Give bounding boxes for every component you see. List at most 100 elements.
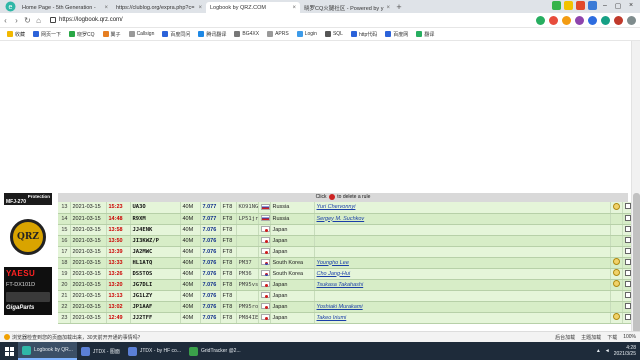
qsl-confirmed-icon[interactable] xyxy=(612,313,620,320)
qsl-confirmed-icon[interactable] xyxy=(612,280,620,287)
bookmark-item[interactable]: SQL xyxy=(322,31,346,37)
tab-clublog[interactable]: https://clublog.org/expra.php?c= × xyxy=(112,2,206,13)
log-row[interactable]: 16 2021-03-15 13:50 JI3KWZ/P 40M 7.076 FT8 Japa… xyxy=(58,235,635,247)
menu-icon[interactable] xyxy=(627,16,636,25)
operator-name[interactable]: Yoshiaki Murakami xyxy=(314,301,611,313)
taskbar-app-gridtracker[interactable]: GridTracker @2... xyxy=(185,342,245,360)
forward-icon[interactable]: › xyxy=(11,16,22,25)
qsl-confirmed-icon[interactable] xyxy=(612,258,620,265)
operator-name[interactable]: Cho Jang-Hui xyxy=(314,268,611,280)
log-row[interactable]: 20 2021-03-15 13:20 JG7DLI 40M 7.076 FT8 PM95vs… xyxy=(58,279,635,291)
callsign[interactable]: JP1AAF xyxy=(130,301,181,313)
log-row[interactable]: 14 2021-03-15 14:48 R9XM 40M 7.077 FT8 LP51jr Ru… xyxy=(58,213,635,225)
row-checkbox[interactable] xyxy=(624,313,631,320)
row-checkbox[interactable] xyxy=(624,302,631,309)
tab-home-page[interactable]: Home Page - 5th Generation - × xyxy=(18,2,112,13)
scrollbar-thumb[interactable] xyxy=(633,193,640,333)
new-tab-button[interactable]: + xyxy=(394,2,404,12)
operator-name[interactable] xyxy=(314,224,611,236)
bookmark-item[interactable]: http代码 xyxy=(348,31,380,38)
extension-icon[interactable] xyxy=(564,1,573,10)
zoom-level[interactable]: 100% xyxy=(623,334,636,341)
row-checkbox[interactable] xyxy=(624,214,631,221)
callsign[interactable]: HL1ATQ xyxy=(130,257,181,269)
close-window-icon[interactable]: × xyxy=(626,2,636,9)
qsl-confirmed-icon[interactable] xyxy=(612,202,620,210)
operator-name[interactable]: Youngho Lee xyxy=(314,257,611,269)
volume-icon[interactable]: ◄ xyxy=(605,348,610,354)
bookmark-item[interactable]: 百度网 xyxy=(382,31,411,38)
delete-rule-icon[interactable] xyxy=(328,193,335,200)
extension-icon[interactable] xyxy=(588,1,597,10)
status-item[interactable]: 主题加载 xyxy=(581,334,601,341)
log-row[interactable]: 18 2021-03-15 13:33 HL1ATQ 40M 7.076 FT8 PM37 So… xyxy=(58,257,635,269)
extension-icon[interactable] xyxy=(552,1,561,10)
callsign[interactable]: JG1LZY xyxy=(130,290,181,302)
bookmark-item[interactable]: Login xyxy=(294,31,320,37)
row-checkbox[interactable] xyxy=(624,225,631,232)
callsign[interactable]: R9XM xyxy=(130,213,181,225)
row-checkbox[interactable] xyxy=(624,247,631,254)
operator-name[interactable] xyxy=(314,246,611,258)
close-icon[interactable]: × xyxy=(198,5,202,11)
bookmark-item[interactable]: 收藏 xyxy=(4,31,28,38)
operator-name[interactable]: Yuri Chervonnyi xyxy=(314,202,611,214)
close-icon[interactable]: × xyxy=(292,5,296,11)
callsign[interactable]: JJ4ENK xyxy=(130,224,181,236)
close-icon[interactable]: × xyxy=(386,5,390,11)
row-checkbox[interactable] xyxy=(624,280,631,287)
tab-community[interactable]: 晓罗CQ火腿社区 - Powered by y × xyxy=(300,2,394,13)
minimize-icon[interactable]: – xyxy=(600,2,610,9)
mfj-ad[interactable]: Protection MFJ-270 xyxy=(4,193,52,205)
extension-icon[interactable] xyxy=(576,1,585,10)
taskbar-app-browser[interactable]: Logbook by QR... xyxy=(18,342,77,360)
bookmark-item[interactable]: 翻译 xyxy=(413,31,437,38)
tab-logbook[interactable]: Logbook by QRZ.COM × xyxy=(206,2,300,13)
bookmark-item[interactable]: 翼子 xyxy=(100,31,124,38)
row-checkbox[interactable] xyxy=(624,291,631,298)
row-checkbox[interactable] xyxy=(624,269,631,276)
callsign[interactable]: JJ2TFF xyxy=(130,312,181,324)
extension-icon[interactable] xyxy=(575,16,584,25)
operator-name[interactable]: Takeo Iriumi xyxy=(314,312,611,324)
operator-name[interactable] xyxy=(314,290,611,302)
vertical-scrollbar[interactable] xyxy=(631,41,640,341)
extension-icon[interactable] xyxy=(601,16,610,25)
callsign[interactable]: JA2MWC xyxy=(130,246,181,258)
start-button[interactable] xyxy=(0,342,18,360)
bookmark-item[interactable]: Callsign xyxy=(126,31,158,37)
operator-name[interactable]: Tsukasa Takahashi xyxy=(314,279,611,291)
operator-name[interactable]: Sergey M. Suchkov xyxy=(314,213,611,225)
bookmark-item[interactable]: BG4XX xyxy=(231,31,262,37)
bookmark-item[interactable]: APRS xyxy=(264,31,292,37)
clock[interactable]: 4:28 2021/3/25 xyxy=(614,345,636,357)
callsign[interactable]: JI3KWZ/P xyxy=(130,235,181,247)
log-row[interactable]: 21 2021-03-15 13:13 JG1LZY 40M 7.076 FT8 Japan xyxy=(58,290,635,302)
reload-icon[interactable]: ↻ xyxy=(22,16,33,25)
extension-icon[interactable] xyxy=(536,16,545,25)
network-icon[interactable]: ▲ xyxy=(596,348,601,354)
maximize-icon[interactable]: ▢ xyxy=(613,2,623,10)
callsign[interactable]: DS5TOS xyxy=(130,268,181,280)
bookmark-item[interactable]: 百度同问 xyxy=(159,31,193,38)
row-checkbox[interactable] xyxy=(624,203,631,210)
yaesu-ad[interactable]: YAESU FT-DX101D GigaParts xyxy=(4,267,52,315)
row-checkbox[interactable] xyxy=(624,236,631,243)
log-row[interactable]: 22 2021-03-15 13:02 JP1AAF 40M 7.076 FT8 PM95ro… xyxy=(58,301,635,313)
row-checkbox[interactable] xyxy=(624,258,631,265)
log-row[interactable]: 17 2021-03-15 13:39 JA2MWC 40M 7.076 FT8 Japan xyxy=(58,246,635,258)
callsign[interactable]: UA3O xyxy=(130,202,181,214)
log-row[interactable]: 23 2021-03-15 12:49 JJ2TFF 40M 7.076 FT8 PM84IE… xyxy=(58,312,635,324)
extension-icon[interactable] xyxy=(614,16,623,25)
callsign[interactable]: JG7DLI xyxy=(130,279,181,291)
qsl-confirmed-icon[interactable] xyxy=(612,269,620,276)
bookmark-item[interactable]: 晓罗CQ xyxy=(66,31,98,38)
status-warning[interactable]: 浏览器检查到您的页面加载出来，30天前开开通的事情吗？ xyxy=(0,334,143,341)
log-row[interactable]: 13 2021-03-15 15:23 UA3O 40M 7.077 FT8 KO91NG Ru… xyxy=(58,202,635,214)
extension-icon[interactable] xyxy=(562,16,571,25)
status-item[interactable]: 下载 xyxy=(607,334,617,341)
qrz-ad[interactable]: QRZ xyxy=(4,217,52,257)
operator-name[interactable] xyxy=(314,235,611,247)
url-field[interactable]: https://logbook.qrz.com/ xyxy=(50,15,470,26)
extension-icon[interactable] xyxy=(549,16,558,25)
